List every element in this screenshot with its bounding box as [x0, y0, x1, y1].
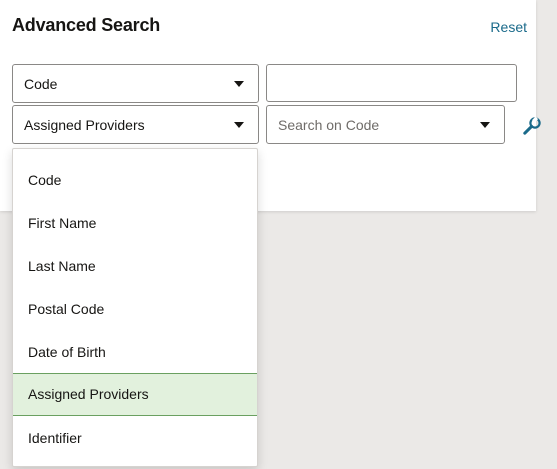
- search-on-code-placeholder: Search on Code: [278, 117, 380, 133]
- field-select-1[interactable]: Code: [12, 64, 259, 103]
- menu-item-code[interactable]: Code: [13, 159, 257, 202]
- field-select-2-value: Assigned Providers: [24, 117, 145, 133]
- search-value-input-1[interactable]: [266, 64, 517, 102]
- page-title: Advanced Search: [12, 15, 161, 35]
- chevron-down-icon: [480, 122, 490, 128]
- menu-item-postal-code[interactable]: Postal Code: [13, 288, 257, 331]
- field-dropdown-menu: Code First Name Last Name Postal Code Da…: [12, 148, 258, 467]
- search-on-code-select[interactable]: Search on Code: [266, 105, 505, 144]
- reset-link[interactable]: Reset: [490, 19, 527, 35]
- menu-item-first-name[interactable]: First Name: [13, 202, 257, 245]
- chevron-down-icon: [234, 122, 244, 128]
- menu-item-date-of-birth[interactable]: Date of Birth: [13, 331, 257, 374]
- field-select-2[interactable]: Assigned Providers: [12, 105, 259, 144]
- menu-item-identifier[interactable]: Identifier: [13, 417, 257, 460]
- field-select-1-value: Code: [24, 76, 58, 92]
- menu-item-assigned-providers[interactable]: Assigned Providers: [13, 373, 257, 416]
- wrench-icon[interactable]: [522, 116, 542, 136]
- chevron-down-icon: [234, 81, 244, 87]
- menu-item-last-name[interactable]: Last Name: [13, 245, 257, 288]
